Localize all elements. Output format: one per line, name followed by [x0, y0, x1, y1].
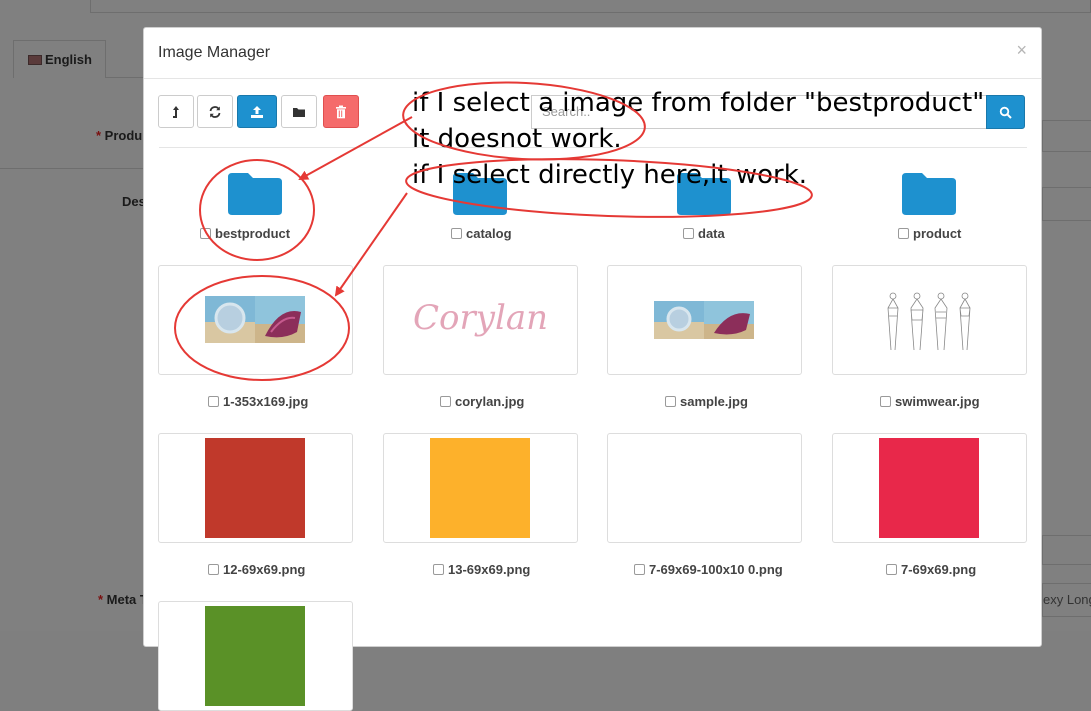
annotation-ellipse	[174, 275, 350, 381]
annotation-ellipse	[402, 81, 646, 161]
annotation-overlay	[174, 81, 813, 381]
annotation-arrow	[298, 116, 413, 180]
annotation-ellipse	[199, 159, 315, 261]
annotation-ellipse	[405, 158, 813, 218]
annotation-arrow	[334, 192, 408, 297]
